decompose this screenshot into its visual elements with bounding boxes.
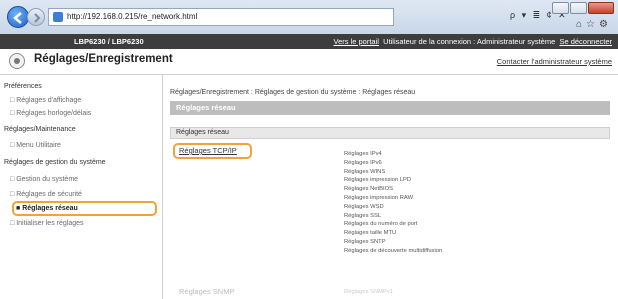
login-user: Utilisateur de la connexion : Administra… [383,37,556,46]
sidebar-item-utility-label: Menu Utilitaire [16,142,61,149]
remote-ui-header: LBP6230 / LBP6230 Vers le portail Utilis… [0,34,618,49]
breadcrumb: Réglages/Enregistrement : Réglages de ge… [170,89,416,96]
browser-toolbar: http://192.168.0.215/re_network.html ρ ▾… [0,0,618,34]
browser-tools-icons[interactable]: ⌂☆⚙ [576,19,612,30]
window-controls [551,2,614,16]
sidebar-item-init[interactable]: □ Initialiser les réglages [10,220,84,227]
settings-icon [9,53,25,69]
list-item: Réglages WSD [344,203,384,210]
sidebar-item-timer-label: Réglages horloge/délais [16,110,92,117]
portal-link[interactable]: Vers le portail [333,37,378,46]
maximize-button[interactable] [570,2,587,14]
main-content: Réglages/Enregistrement : Réglages de ge… [164,75,618,299]
tcpip-highlight-frame [173,143,252,159]
list-item: Réglages SSL [344,212,382,219]
address-bar[interactable]: http://192.168.0.215/re_network.html [48,8,394,26]
page-titlebar: Réglages/Enregistrement Contacter l'admi… [0,49,618,75]
list-item: Réglages SNTP [344,238,386,245]
sidebar-item-timer[interactable]: □ Réglages horloge/délais [10,110,91,117]
subsection-header: Réglages réseau [170,127,610,139]
header-links: Vers le portail Utilisateur de la connex… [333,34,612,49]
device-name: LBP6230 / LBP6230 [74,37,144,46]
sidebar-item-utility[interactable]: □ Menu Utilitaire [10,142,61,149]
sidebar-heading-preferences[interactable]: Préférences [4,83,42,90]
section-header: Réglages réseau [170,101,610,115]
list-item: Réglages IPv6 [344,159,382,166]
sidebar-heading-maintenance[interactable]: Réglages/Maintenance [4,126,76,133]
sidebar-item-system-mgmt[interactable]: □ Gestion du système [10,176,78,183]
close-button[interactable] [588,2,614,14]
back-button[interactable] [7,6,29,28]
contact-admin-link[interactable]: Contacter l'administrateur système [497,57,612,66]
list-item: Réglages impression RAW [344,194,414,201]
logout-link[interactable]: Se déconnecter [559,37,612,46]
sidebar-item-system-mgmt-label: Gestion du système [16,176,79,183]
sidebar-item-display-label: Réglages d'affichage [16,97,82,104]
site-favicon-icon [53,12,63,22]
snmp-item: Réglages SNMPv1 [344,289,393,295]
sidebar-item-display[interactable]: □ Réglages d'affichage [10,97,81,104]
list-item: Réglages impression LPD [344,177,412,184]
sidebar-item-security[interactable]: □ Réglages de sécurité [10,191,82,198]
list-item: Réglages WINS [344,168,386,175]
sidebar: Préférences □ Réglages d'affichage □ Rég… [0,75,163,299]
forward-button[interactable] [27,8,45,26]
address-url: http://192.168.0.215/re_network.html [67,12,198,21]
list-item: Réglages de découverte multidiffusion [344,247,443,254]
snmp-settings-link[interactable]: Réglages SNMP [179,287,234,296]
list-item: Réglages du numéro de port [344,221,418,228]
forward-arrow-icon [34,13,41,23]
page-title: Réglages/Enregistrement [34,53,173,65]
tcpip-items-list: Réglages IPv4 Réglages IPv6 Réglages WIN… [344,150,442,256]
network-highlight-frame [12,201,157,216]
list-item: Réglages taille MTU [344,230,397,237]
sidebar-item-init-label: Initialiser les réglages [16,220,84,227]
sidebar-heading-system[interactable]: Réglages de gestion du système [4,159,106,166]
sidebar-item-security-label: Réglages de sécurité [16,191,82,198]
list-item: Réglages NetBIOS [344,186,393,193]
minimize-button[interactable] [552,2,569,14]
list-item: Réglages IPv4 [344,151,382,157]
